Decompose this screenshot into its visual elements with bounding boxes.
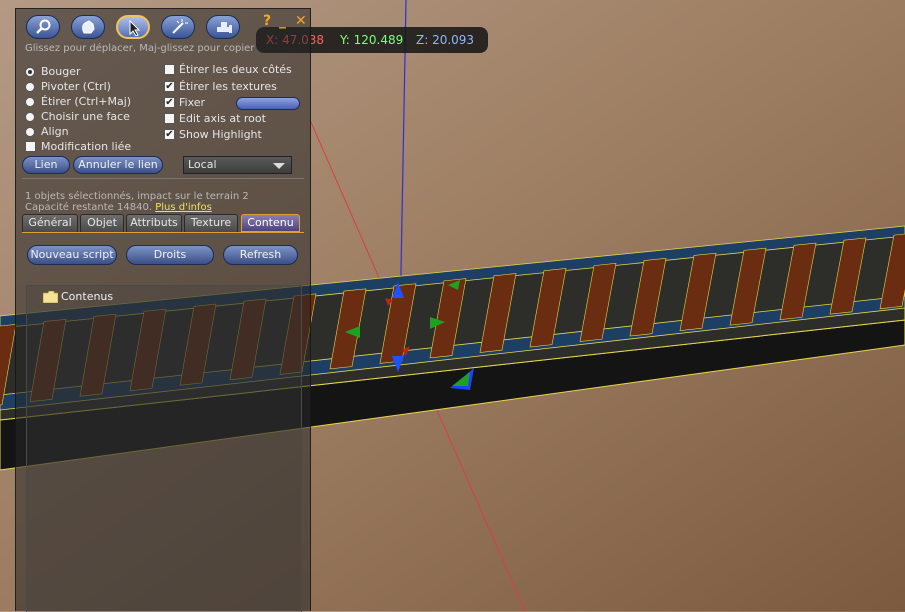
radio-move-label: Bouger <box>41 65 81 78</box>
radio-rotate-label: Pivoter (Ctrl) <box>41 80 111 93</box>
more-info-link[interactable]: Plus d'infos <box>155 202 212 213</box>
arrow-pointer-icon <box>129 20 141 36</box>
hand-icon <box>82 20 95 34</box>
create-tool-button[interactable] <box>161 15 195 39</box>
divider <box>22 178 304 179</box>
edit-tool-button[interactable] <box>116 15 150 39</box>
edit-axis-root-label: Edit axis at root <box>179 112 266 125</box>
stretch-both-sides-label: Étirer les deux côtés <box>179 63 292 76</box>
radio-select-face[interactable] <box>25 112 35 122</box>
radio-select-face-label: Choisir une face <box>41 110 130 123</box>
new-script-button[interactable]: Nouveau script <box>27 245 117 265</box>
tab-underline <box>22 232 304 233</box>
show-highlight-checkbox[interactable]: ✔ <box>164 129 175 140</box>
remaining-capacity-row: Capacité restante 14840. Plus d'infos <box>25 202 212 213</box>
linked-edit-label: Modification liée <box>41 140 132 153</box>
selection-info: 1 objets sélectionnés, impact sur le ter… <box>25 191 249 202</box>
hint-text: Glissez pour déplacer, Maj-glissez pour … <box>25 43 255 54</box>
stretch-textures-checkbox[interactable]: ✔ <box>164 81 175 92</box>
radio-rotate[interactable] <box>25 82 35 92</box>
snap-checkbox[interactable]: ✔ <box>164 97 175 108</box>
help-icon[interactable]: ? <box>263 13 271 29</box>
unlink-button[interactable]: Annuler le lien <box>73 156 163 174</box>
tab-texture[interactable]: Texture <box>184 214 238 232</box>
minimize-icon[interactable]: _ <box>279 13 286 29</box>
edit-axis-root-checkbox[interactable] <box>164 113 175 124</box>
focus-tool-button[interactable] <box>26 15 60 39</box>
radio-stretch[interactable] <box>25 97 35 107</box>
ruler-mode-dropdown[interactable]: Local <box>183 156 292 174</box>
tab-object[interactable]: Objet <box>80 214 124 232</box>
magic-wand-icon <box>172 19 188 34</box>
folder-icon <box>43 291 58 303</box>
radio-align[interactable] <box>25 127 35 137</box>
contents-inventory-panel[interactable]: Contenus <box>26 285 302 612</box>
stretch-both-sides-checkbox[interactable] <box>164 64 175 75</box>
radio-align-label: Align <box>41 125 69 138</box>
tab-contents[interactable]: Contenu <box>241 214 300 232</box>
show-highlight-label: Show Highlight <box>179 128 262 141</box>
snap-options-button[interactable] <box>236 97 300 110</box>
move-tool-button[interactable] <box>71 15 105 39</box>
radio-move[interactable] <box>25 67 35 77</box>
ruler-mode-value: Local <box>188 158 217 171</box>
permissions-button[interactable]: Droits <box>126 245 214 265</box>
land-tool-button[interactable] <box>206 15 240 39</box>
stretch-textures-label: Étirer les textures <box>179 80 277 93</box>
tab-features[interactable]: Attributs <box>126 214 182 232</box>
snap-label: Fixer <box>179 96 206 109</box>
refresh-button[interactable]: Refresh <box>223 245 298 265</box>
close-icon[interactable]: ✕ <box>295 13 307 29</box>
radio-stretch-label: Étirer (Ctrl+Maj) <box>41 95 132 108</box>
magnifier-icon <box>36 19 51 34</box>
chevron-down-icon <box>273 163 285 169</box>
remaining-capacity: Capacité restante 14840. <box>25 202 152 213</box>
build-tools-floater: ? _ ✕ Glissez pour déplacer, Maj-glissez… <box>15 8 311 612</box>
link-button[interactable]: Lien <box>22 156 70 174</box>
tab-general[interactable]: Général <box>22 214 78 232</box>
bulldozer-icon <box>217 22 232 33</box>
coord-z: Z: 20.093 <box>416 33 475 47</box>
contents-folder-label: Contenus <box>61 290 114 303</box>
linked-edit-checkbox[interactable] <box>25 141 36 152</box>
coord-y: Y: 120.489 <box>340 33 404 47</box>
